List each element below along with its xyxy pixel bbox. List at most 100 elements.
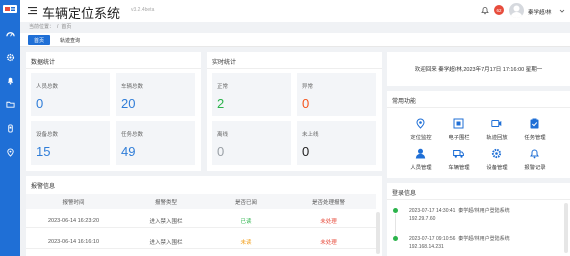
sidebar-item-dashboard[interactable] (0, 26, 20, 42)
func-label: 轨迹回放 (486, 135, 508, 141)
login-card: 登录信息 2023-07-17 14:30:41 秦学超/林用户登陆系统 192… (387, 183, 570, 256)
stat-label: 正常 (217, 84, 229, 90)
avatar[interactable] (509, 3, 524, 18)
func-device-manage[interactable]: 设备管理 (477, 148, 517, 176)
sidebar-item-settings[interactable] (0, 49, 20, 65)
stat-label: 未上线 (302, 132, 319, 138)
user-name[interactable]: 秦学超/林 (528, 8, 552, 16)
data-stats-title: 数据统计 (31, 60, 56, 66)
column-header[interactable]: 是否处理报警 (281, 194, 376, 209)
table-row[interactable]: 2023-06-14 16:23:20 进入禁入围栏 已读 未处理 (26, 213, 376, 228)
login-entry-text: 2023-07-17 09:10:56 秦学超/林用户登陆系统 192.168.… (409, 235, 510, 251)
stat-label: 设备总数 (36, 132, 59, 138)
car-icon (7, 123, 13, 133)
stat-abnormal[interactable]: 异常 0 (297, 73, 376, 116)
alarm-type: 进入禁入围栏 (149, 239, 183, 246)
login-message: 秦学超/林用户登陆系统 (458, 208, 510, 214)
divider (387, 199, 570, 200)
sidebar-item-location[interactable] (0, 144, 20, 160)
handled-status: 未处理 (320, 239, 337, 246)
login-ip: 192.29.7.60 (409, 216, 436, 222)
truck-icon (453, 150, 464, 158)
stat-label: 离线 (217, 132, 229, 138)
alarm-title: 报警信息 (31, 184, 56, 190)
divider (387, 107, 570, 108)
breadcrumb-separator: / (57, 24, 59, 30)
func-personnel-manage[interactable]: 人员管理 (401, 148, 441, 176)
alarm-time: 2023-06-14 16:16:10 (47, 238, 100, 245)
stat-value: 49 (121, 144, 136, 159)
welcome-card: 欢迎回来 秦学超/林,2023年7月17日 17:16:00 星期一 (387, 52, 570, 86)
stat-normal[interactable]: 正常 2 (212, 73, 291, 116)
breadcrumb-page[interactable]: 首页 (61, 24, 71, 30)
settings-icon (491, 148, 502, 159)
scrollbar[interactable] (564, 203, 568, 253)
notification-badge[interactable]: 62 (494, 5, 504, 15)
stat-not-online[interactable]: 未上线 0 (297, 121, 376, 165)
read-status: 已读 (240, 218, 252, 225)
login-item[interactable]: 2023-07-17 09:10:56 秦学超/林用户登陆系统 192.168.… (393, 235, 567, 255)
sidebar (0, 0, 20, 256)
stat-label: 人员总数 (36, 84, 59, 90)
column-header[interactable]: 报警类型 (121, 194, 211, 209)
stat-value: 15 (36, 144, 51, 159)
alarm-type: 进入禁入围栏 (149, 218, 183, 225)
divider (26, 68, 201, 69)
func-label: 电子围栏 (448, 135, 470, 141)
fence-icon (453, 118, 464, 129)
folder-icon (5, 101, 15, 108)
stat-value: 0 (302, 144, 310, 159)
sidebar-item-alarm[interactable] (0, 72, 20, 88)
func-label: 定位监控 (410, 135, 432, 141)
func-label: 设备管理 (486, 165, 508, 171)
menu-toggle-icon[interactable] (28, 6, 37, 15)
column-header[interactable]: 是否已阅 (211, 194, 281, 209)
tab-home[interactable]: 首页 (28, 35, 50, 45)
func-track-playback[interactable]: 轨迹回放 (477, 118, 517, 146)
login-title: 登录信息 (392, 191, 417, 197)
notification-bell-icon[interactable] (481, 6, 489, 15)
header: 车辆定位系统 v3.2.4beta 62 秦学超/林 (20, 0, 570, 22)
login-time: 2023-07-17 14:30:41 (409, 208, 456, 214)
functions-card: 常用功能 定位监控 电子围栏 轨迹回放 任务管理 人员管理 车辆管理 设备管理 … (387, 91, 570, 178)
location-icon (6, 148, 14, 157)
location-icon (416, 118, 425, 129)
functions-title: 常用功能 (392, 99, 417, 105)
tab-track-query[interactable]: 轨迹查询 (54, 35, 86, 45)
stat-offline[interactable]: 离线 0 (212, 121, 291, 165)
timeline-dot (393, 236, 398, 241)
stat-vehicles[interactable]: 车辆总数 20 (116, 73, 195, 116)
stat-tasks[interactable]: 任务总数 49 (116, 121, 195, 165)
stat-label: 车辆总数 (121, 84, 144, 90)
func-alarm-records[interactable]: 报警记录 (515, 148, 555, 176)
stat-value: 20 (121, 96, 136, 111)
dashboard-icon (5, 31, 15, 37)
func-fence[interactable]: 电子围栏 (439, 118, 479, 146)
stat-people[interactable]: 人员总数 0 (31, 73, 110, 116)
login-entry-text: 2023-07-17 14:30:41 秦学超/林用户登陆系统 192.29.7… (409, 207, 510, 223)
func-task-manage[interactable]: 任务管理 (515, 118, 555, 146)
user-icon (415, 148, 426, 159)
stat-label: 任务总数 (121, 132, 144, 138)
func-label: 报警记录 (524, 165, 546, 171)
app-title: 车辆定位系统 (42, 6, 121, 21)
bell-icon (7, 77, 13, 85)
stat-devices[interactable]: 设备总数 15 (31, 121, 110, 165)
func-label: 任务管理 (524, 135, 546, 141)
func-location-monitor[interactable]: 定位监控 (401, 118, 441, 146)
scrollbar[interactable] (376, 212, 380, 254)
sidebar-item-folder[interactable] (0, 96, 20, 112)
func-vehicle-manage[interactable]: 车辆管理 (439, 148, 479, 176)
timeline-dot (393, 208, 398, 213)
clipboard-icon (530, 118, 539, 129)
user-avatar-icon (510, 5, 523, 18)
logo-icon (3, 5, 17, 13)
table-row[interactable]: 2023-06-14 16:16:10 进入禁入围栏 未读 未处理 (26, 234, 376, 249)
login-item[interactable]: 2023-07-17 14:30:41 秦学超/林用户登陆系统 192.29.7… (393, 207, 567, 227)
stat-value: 0 (36, 96, 44, 111)
divider (207, 68, 382, 69)
chevron-down-icon[interactable] (559, 8, 565, 14)
sidebar-item-vehicle[interactable] (0, 120, 20, 136)
breadcrumb-prefix: 当前位置： (29, 24, 55, 30)
column-header[interactable]: 报警时间 (26, 194, 121, 209)
